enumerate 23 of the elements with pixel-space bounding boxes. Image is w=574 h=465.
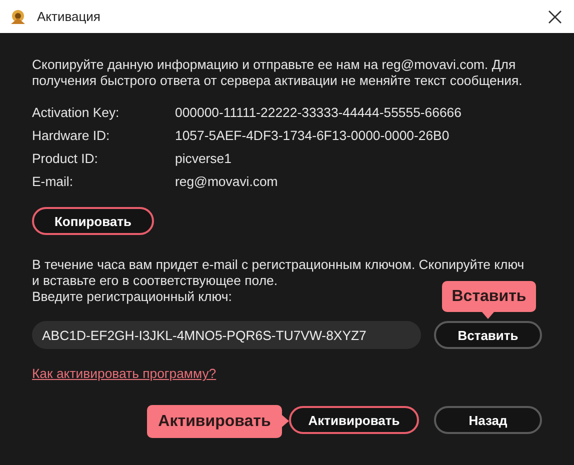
info-label: E-mail: (32, 174, 74, 190)
callout-tail-icon (282, 415, 289, 427)
callout-tail-icon (482, 312, 494, 319)
copy-button[interactable]: Копировать (32, 207, 154, 235)
help-link[interactable]: Как активировать программу? (32, 366, 216, 381)
callout-label: Вставить (442, 281, 536, 312)
info-value: picverse1 (175, 151, 232, 167)
back-button[interactable]: Назад (434, 406, 542, 434)
info-value: 1057-5AEF-4DF3-1734-6F13-0000-0000-26B0 (175, 128, 450, 144)
info-value: 000000-11111-22222-33333-44444-55555-66666 (175, 105, 462, 121)
intro-text: Скопируйте данную информацию и отправьте ее нам на reg@movavi.com. Для получения быстрого ответа от сервера активации не меняйте текст сообщения. (32, 57, 524, 89)
key-prompt: Введите регистрационный ключ: (32, 289, 232, 305)
close-icon[interactable] (548, 10, 562, 24)
info-label: Product ID: (32, 151, 99, 167)
info-value: reg@movavi.com (175, 174, 279, 190)
key-field[interactable]: ABC1D-EF2GH-I3JKL-4MNO5-PQR6S-TU7VW-8XYZ7 (32, 321, 421, 349)
paste-button[interactable]: Вставить (434, 321, 542, 349)
app-logo-icon (9, 8, 27, 26)
activate-button[interactable]: Активировать (289, 406, 419, 434)
info-label: Hardware ID: (32, 128, 111, 144)
info-label: Activation Key: (32, 105, 120, 121)
callout-label: Активировать (147, 405, 282, 438)
window-title: Активация (37, 9, 102, 24)
